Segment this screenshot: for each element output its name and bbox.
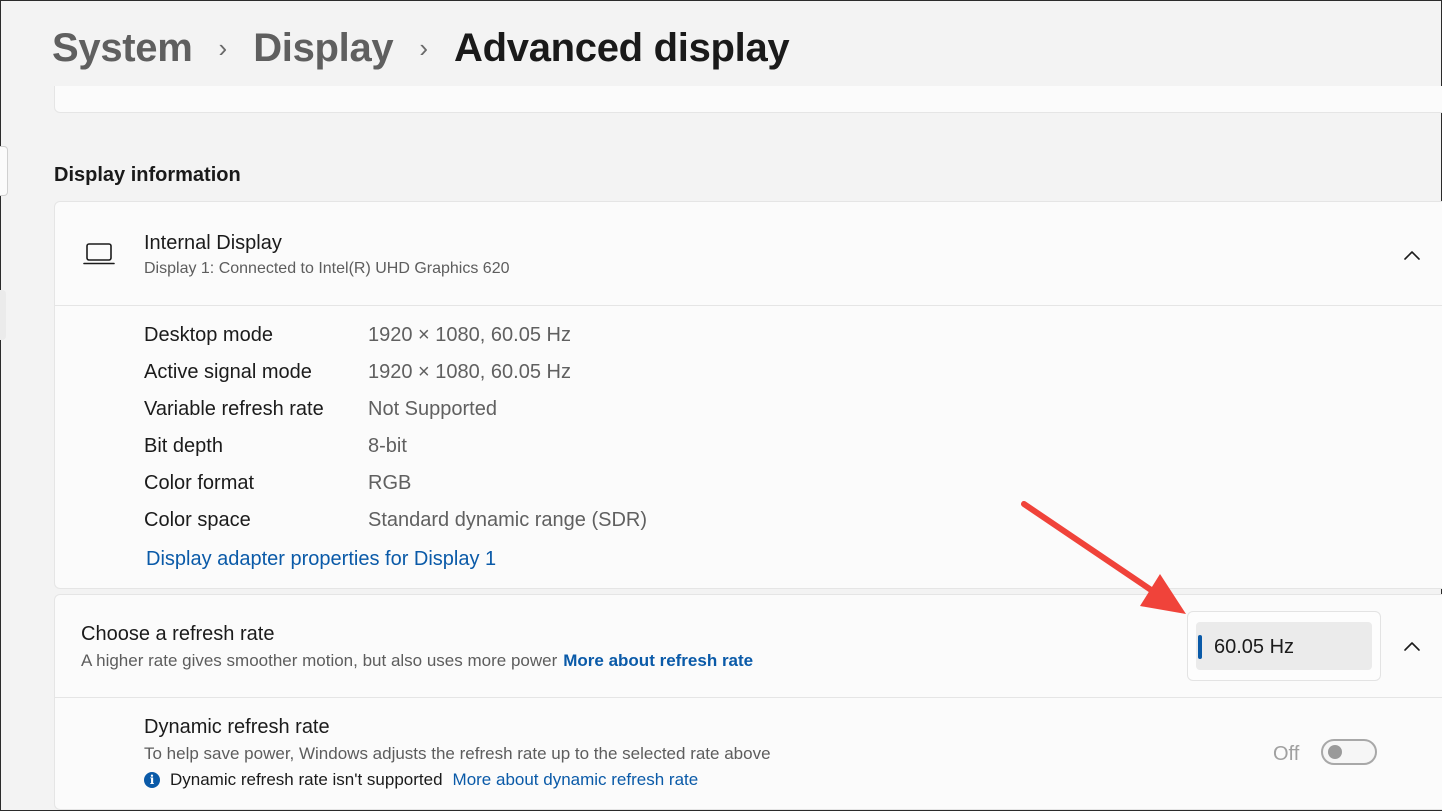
info-value: 8-bit	[368, 435, 407, 457]
info-label: Bit depth	[144, 435, 223, 457]
info-value: 1920 × 1080, 60.05 Hz	[368, 324, 571, 346]
toggle-state-label: Off	[1273, 743, 1300, 765]
breadcrumb-display[interactable]: Display	[253, 26, 393, 71]
refresh-rate-description-text: A higher rate gives smoother motion, but…	[81, 651, 558, 670]
previous-card	[54, 86, 1442, 113]
display-adapter-properties-link[interactable]: Display adapter properties for Display 1	[146, 548, 496, 571]
more-about-refresh-rate-link[interactable]: More about refresh rate	[563, 651, 753, 670]
display-info-card: Internal Display Display 1: Connected to…	[54, 201, 1442, 589]
breadcrumb-separator: ›	[419, 32, 429, 63]
laptop-icon	[83, 243, 115, 265]
refresh-rate-card: Choose a refresh rate A higher rate give…	[54, 594, 1442, 810]
info-icon: i	[144, 772, 160, 788]
breadcrumb: System › Display › Advanced display	[52, 22, 790, 74]
dynamic-refresh-description: To help save power, Windows adjusts the …	[144, 744, 771, 763]
refresh-rate-header[interactable]: Choose a refresh rate A higher rate give…	[55, 595, 1442, 698]
refresh-rate-value: 60.05 Hz	[1214, 636, 1295, 658]
info-label: Color space	[144, 509, 251, 531]
info-label: Variable refresh rate	[144, 398, 324, 420]
display-connection: Display 1: Connected to Intel(R) UHD Gra…	[144, 260, 510, 277]
refresh-rate-description: A higher rate gives smoother motion, but…	[81, 651, 753, 671]
page-title: Advanced display	[454, 25, 790, 70]
refresh-rate-selected-option[interactable]: 60.05 Hz	[1196, 622, 1372, 670]
toggle-knob	[1328, 745, 1342, 759]
breadcrumb-system[interactable]: System	[52, 26, 193, 71]
display-name: Internal Display	[144, 232, 282, 254]
display-info-header[interactable]: Internal Display Display 1: Connected to…	[55, 202, 1442, 306]
dynamic-refresh-title: Dynamic refresh rate	[144, 716, 330, 738]
dynamic-refresh-note-text: Dynamic refresh rate isn't supported	[170, 770, 443, 789]
info-label: Desktop mode	[144, 324, 273, 346]
info-value: 1920 × 1080, 60.05 Hz	[368, 361, 571, 383]
chevron-up-icon[interactable]	[1402, 639, 1422, 653]
dynamic-refresh-note: i Dynamic refresh rate isn't supported M…	[144, 770, 698, 790]
nav-pane-edge[interactable]	[0, 146, 8, 196]
info-value: Standard dynamic range (SDR)	[368, 509, 648, 531]
more-about-dynamic-refresh-link[interactable]: More about dynamic refresh rate	[453, 770, 699, 790]
refresh-rate-title: Choose a refresh rate	[81, 623, 275, 645]
section-title: Display information	[54, 164, 241, 186]
info-label: Color format	[144, 472, 255, 494]
dynamic-refresh-toggle[interactable]	[1321, 739, 1377, 765]
info-value: RGB	[368, 472, 412, 494]
info-label: Active signal mode	[144, 361, 312, 383]
chevron-up-icon[interactable]	[1402, 248, 1422, 262]
breadcrumb-separator: ›	[218, 32, 228, 63]
nav-pane-edge-selected[interactable]	[0, 290, 6, 340]
refresh-rate-dropdown[interactable]: 60.05 Hz	[1187, 611, 1381, 681]
info-value: Not Supported	[368, 398, 497, 420]
selection-indicator	[1198, 635, 1202, 659]
